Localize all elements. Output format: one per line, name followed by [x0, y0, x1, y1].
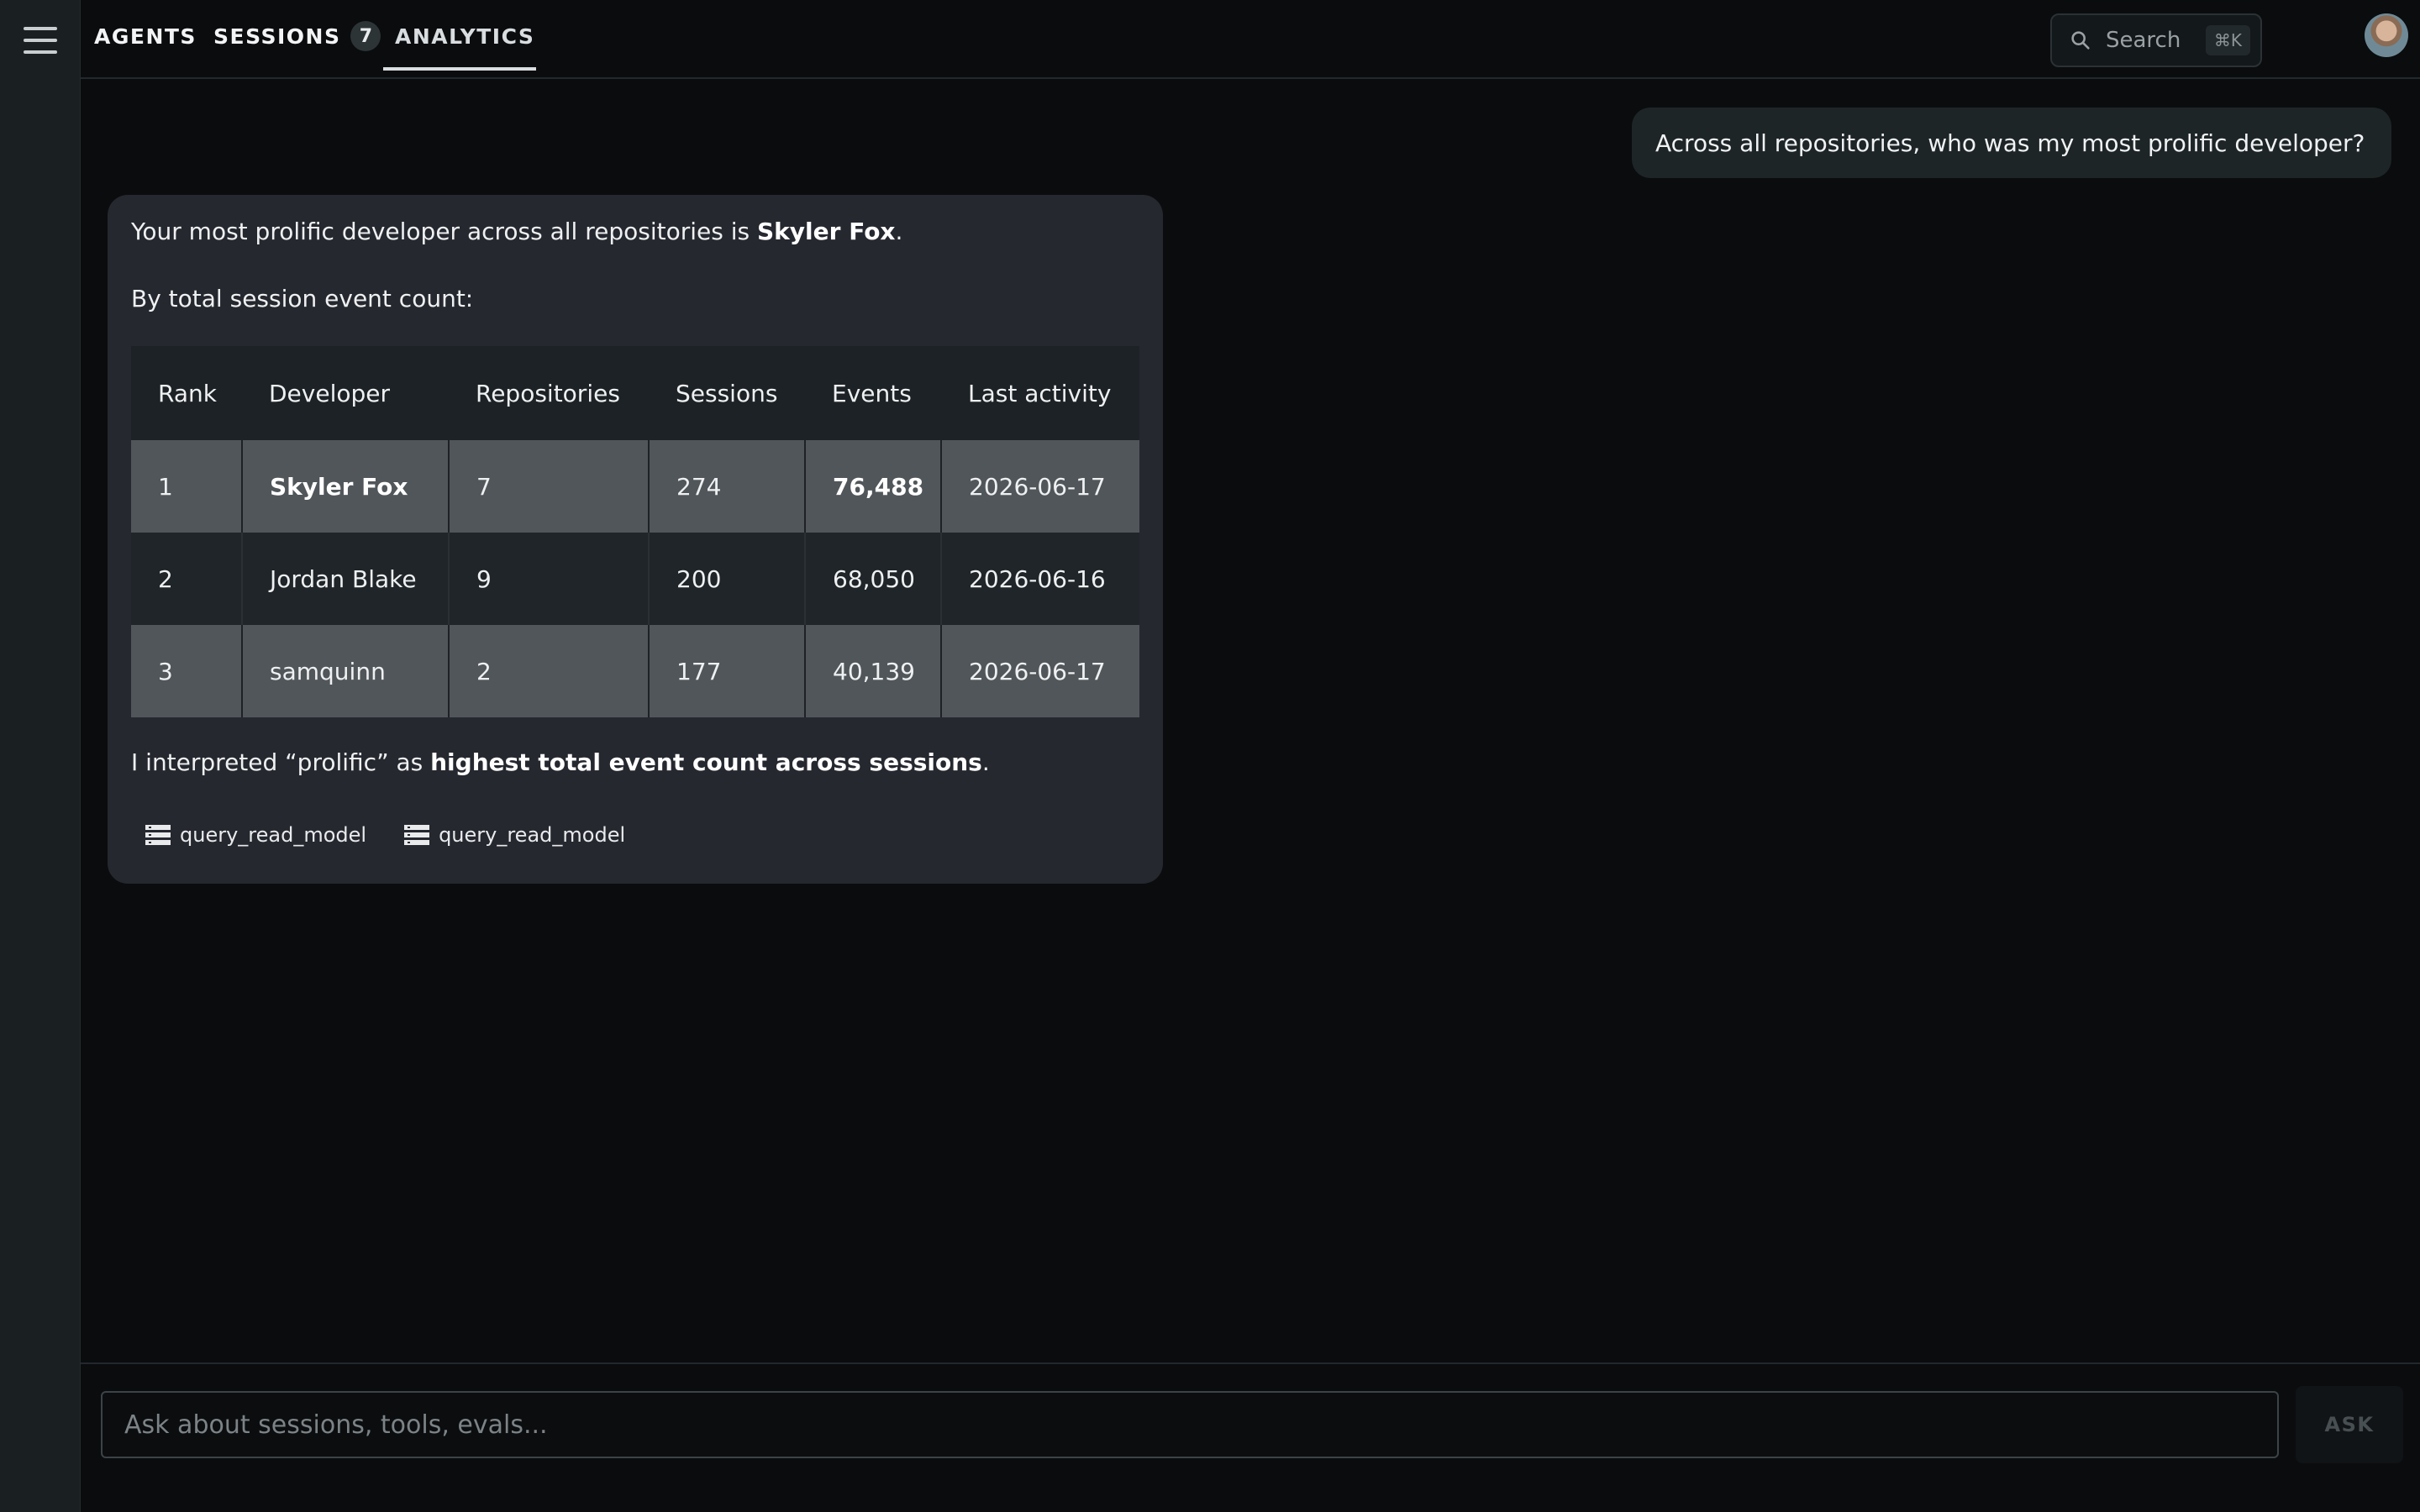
answer-note-prefix: I interpreted “prolific” as [131, 748, 431, 776]
avatar[interactable] [2365, 13, 2408, 57]
ask-input[interactable] [101, 1391, 2279, 1458]
cell-events: 76,488 [804, 440, 941, 533]
left-rail [0, 0, 81, 1512]
search-icon [2071, 31, 2090, 50]
answer-intro: Your most prolific developer across all … [131, 215, 902, 248]
cell-rank: 1 [131, 440, 242, 533]
answer-intro-name: Skyler Fox [757, 218, 896, 245]
cell-events: 40,139 [804, 625, 941, 717]
ask-button[interactable]: ASK [2296, 1386, 2403, 1463]
table-row: 3 samquinn 2 177 40,139 2026-06-17 [131, 625, 1139, 717]
cell-repositories: 7 [448, 440, 649, 533]
column-header-repositories: Repositories [449, 346, 649, 440]
tool-call-label: query_read_model [439, 823, 626, 847]
cell-developer: Jordan Blake [241, 533, 449, 625]
cell-repositories: 2 [448, 625, 649, 717]
cell-sessions: 177 [648, 625, 805, 717]
answer-intro-prefix: Your most prolific developer across all … [131, 218, 758, 245]
composer: ASK [81, 1362, 2420, 1512]
cell-developer-name: Skyler Fox [270, 472, 408, 501]
user-message-text: Across all repositories, who was my most… [1655, 129, 2365, 157]
answer-note-suffix: . [981, 748, 990, 776]
tab-agents-label: AGENTS [94, 24, 197, 49]
user-message: Across all repositories, who was my most… [1632, 108, 2391, 178]
table-row: 1 Skyler Fox 7 274 76,488 2026-06-17 [131, 440, 1139, 533]
tool-call-label: query_read_model [180, 823, 367, 847]
cell-rank: 3 [131, 625, 242, 717]
column-header-last-activity: Last activity [941, 346, 1139, 440]
cell-sessions: 274 [648, 440, 805, 533]
tool-call-chip[interactable]: query_read_model [145, 823, 366, 847]
cell-repositories: 9 [448, 533, 649, 625]
table-row: 2 Jordan Blake 9 200 68,050 2026-06-16 [131, 533, 1139, 625]
answer-note: I interpreted “prolific” as highest tota… [131, 746, 990, 779]
cell-events: 68,050 [804, 533, 941, 625]
tool-call-chip[interactable]: query_read_model [403, 823, 625, 847]
column-header-events: Events [805, 346, 941, 440]
cell-last-activity: 2026-06-16 [940, 533, 1139, 625]
cell-last-activity: 2026-06-17 [940, 625, 1139, 717]
table-icon [145, 825, 171, 845]
tab-sessions[interactable]: SESSIONS 7 [213, 0, 381, 72]
column-header-sessions: Sessions [649, 346, 805, 440]
answer-intro-suffix: . [895, 218, 903, 245]
cell-developer: Skyler Fox [241, 440, 449, 533]
tool-calls: query_read_model query_read_model [145, 823, 625, 847]
active-tab-indicator [383, 67, 536, 71]
cell-rank: 2 [131, 533, 242, 625]
column-header-rank: Rank [131, 346, 242, 440]
search-label: Search [2106, 28, 2181, 53]
developer-table: Rank Developer Repositories Sessions Eve… [131, 346, 1139, 717]
cell-last-activity: 2026-06-17 [940, 440, 1139, 533]
tab-analytics[interactable]: ANALYTICS [395, 0, 534, 72]
table-header-row: Rank Developer Repositories Sessions Eve… [131, 346, 1139, 440]
column-header-developer: Developer [242, 346, 449, 440]
menu-icon[interactable] [24, 27, 57, 54]
assistant-answer: Your most prolific developer across all … [108, 195, 1163, 884]
tab-analytics-label: ANALYTICS [395, 24, 535, 49]
answer-note-bold: highest total event count across session… [430, 748, 982, 776]
sessions-count-badge: 7 [350, 21, 381, 51]
cell-events-value: 76,488 [833, 472, 924, 501]
table-icon [404, 825, 430, 845]
tab-agents[interactable]: AGENTS [94, 0, 197, 72]
cell-sessions: 200 [648, 533, 805, 625]
search-button[interactable]: Search ⌘K [2050, 13, 2262, 67]
tab-sessions-label: SESSIONS [213, 24, 341, 49]
cell-developer: samquinn [241, 625, 449, 717]
search-shortcut: ⌘K [2205, 25, 2250, 55]
answer-subheading: By total session event count: [131, 285, 474, 312]
